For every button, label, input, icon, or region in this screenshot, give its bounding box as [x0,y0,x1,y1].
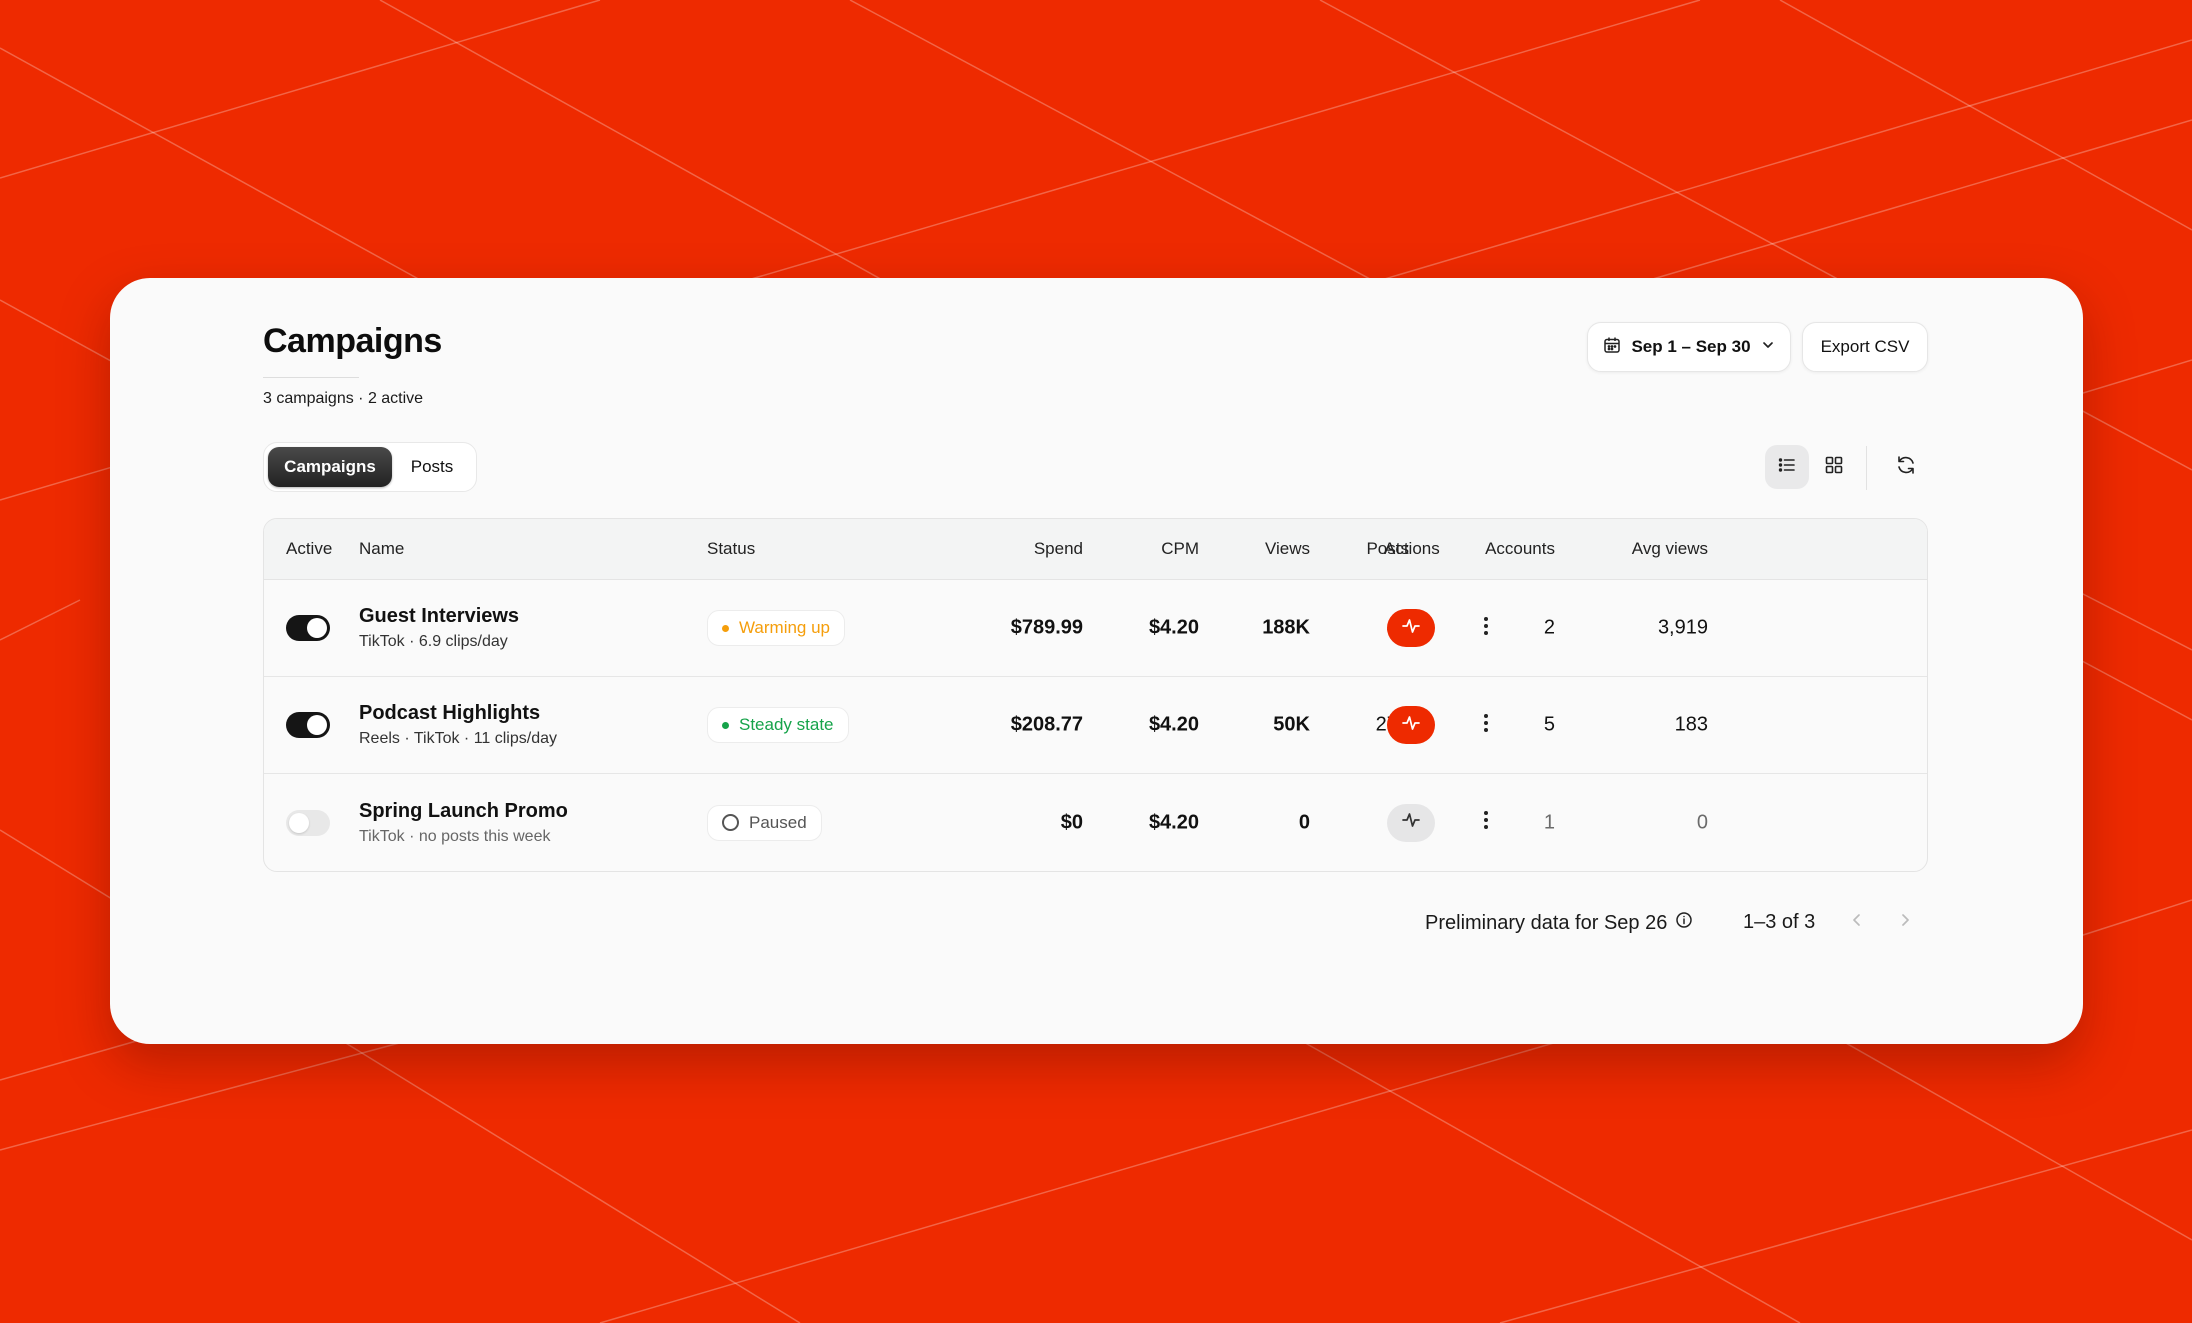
activity-icon [1401,616,1421,641]
activity-icon [1401,810,1421,835]
spend-value: $789.99 [1010,616,1083,639]
campaign-summary: 3 campaigns · 2 active [263,390,424,407]
date-range-label: Sep 1 – Sep 30 [1631,337,1751,356]
toolbar-divider [1866,446,1867,490]
status-label: Warming up [739,618,831,637]
status-dot-icon [722,624,729,632]
status-dot-icon [722,721,729,729]
table-row[interactable]: Spring Launch Promo TikTok · no posts th… [264,774,1927,871]
column-status[interactable]: Status [707,539,755,559]
paused-circle-icon [722,814,739,831]
campaign-meta: Reels · TikTok · 11 clips/day [359,730,557,747]
tab-campaigns[interactable]: Campaigns [268,447,392,487]
accounts-value: 1 [1543,811,1555,833]
column-name[interactable]: Name [359,539,404,559]
grid-icon [1824,455,1844,480]
active-toggle[interactable] [286,809,330,836]
export-csv-button[interactable]: Export CSV [1802,322,1928,372]
campaign-name-cell: Spring Launch Promo TikTok · no posts th… [359,800,568,846]
campaign-name[interactable]: Guest Interviews [359,605,519,628]
campaign-name-cell: Guest Interviews TikTok · 6.9 clips/day [359,605,519,651]
view-tabs: Campaigns Posts [263,442,477,492]
chevron-left-icon [1850,913,1864,932]
cpm-value: $4.20 [1148,811,1199,833]
column-spend[interactable]: Spend [1034,539,1083,559]
preliminary-data-note: Preliminary data for Sep 26 [1425,911,1693,935]
pagination-range: 1–3 of 3 [1743,911,1816,933]
table-row[interactable]: Guest Interviews TikTok · 6.9 clips/day … [264,580,1927,677]
calendar-icon [1603,336,1621,359]
kebab-icon [1483,616,1489,641]
next-page-button[interactable] [1889,906,1921,938]
campaign-name[interactable]: Podcast Highlights [359,702,557,725]
grid-view-button[interactable] [1812,445,1856,489]
activity-button[interactable] [1387,609,1435,647]
page-title: Campaigns [263,322,442,360]
activity-icon [1401,713,1421,738]
chevron-right-icon [1898,913,1912,932]
active-toggle[interactable] [286,615,330,641]
views-value: 188K [1262,616,1310,639]
cpm-value: $4.20 [1148,713,1199,736]
accounts-value: 2 [1543,616,1555,639]
previous-page-button[interactable] [1841,906,1873,938]
column-accounts[interactable]: Accounts [1485,539,1555,559]
status-badge: Paused [707,804,822,841]
list-icon [1777,455,1797,480]
status-label: Paused [749,812,807,832]
cpm-value: $4.20 [1148,616,1199,639]
more-options-button[interactable] [1474,811,1498,835]
table-row[interactable]: Podcast Highlights Reels · TikTok · 11 c… [264,677,1927,774]
activity-button[interactable] [1387,803,1435,842]
more-options-button[interactable] [1474,616,1498,640]
column-active[interactable]: Active [286,539,332,559]
kebab-icon [1483,713,1489,738]
spend-value: $208.77 [1010,713,1083,736]
more-options-button[interactable] [1474,713,1498,737]
column-views[interactable]: Views [1265,539,1310,559]
avg-views-value: 183 [1674,713,1708,736]
active-toggle[interactable] [286,712,330,738]
preliminary-data-label: Preliminary data for Sep 26 [1425,911,1668,934]
column-avg-views[interactable]: Avg views [1632,539,1708,559]
campaign-meta: TikTok · no posts this week [359,827,551,845]
campaigns-card: Campaigns 3 campaigns · 2 active Sep 1 –… [110,278,2083,1044]
campaign-name[interactable]: Spring Launch Promo [359,800,568,823]
date-range-button[interactable]: Sep 1 – Sep 30 [1587,322,1791,372]
tab-posts[interactable]: Posts [392,447,472,487]
list-view-button[interactable] [1765,445,1809,489]
column-actions: Actions [1384,539,1440,558]
views-value: 0 [1298,811,1310,833]
chevron-down-icon [1761,337,1775,357]
campaigns-table: Active Name Status Spend CPM Views Posts… [263,518,1928,872]
refresh-icon [1895,454,1917,481]
avg-views-value: 3,919 [1657,616,1708,639]
spend-value: $0 [1060,811,1083,833]
status-label: Steady state [739,715,834,734]
kebab-icon [1483,810,1489,835]
campaign-meta: TikTok · 6.9 clips/day [359,633,508,650]
info-icon[interactable] [1675,911,1693,935]
avg-views-value: 0 [1696,811,1708,833]
refresh-button[interactable] [1884,445,1928,489]
column-cpm[interactable]: CPM [1161,539,1199,559]
campaign-name-cell: Podcast Highlights Reels · TikTok · 11 c… [359,702,557,748]
status-badge: Warming up [707,610,846,646]
activity-button[interactable] [1387,706,1435,744]
accounts-value: 5 [1543,713,1555,736]
title-divider [263,377,359,378]
table-header: Active Name Status Spend CPM Views Posts… [264,519,1927,580]
views-value: 50K [1273,713,1310,736]
status-badge: Steady state [707,707,849,743]
